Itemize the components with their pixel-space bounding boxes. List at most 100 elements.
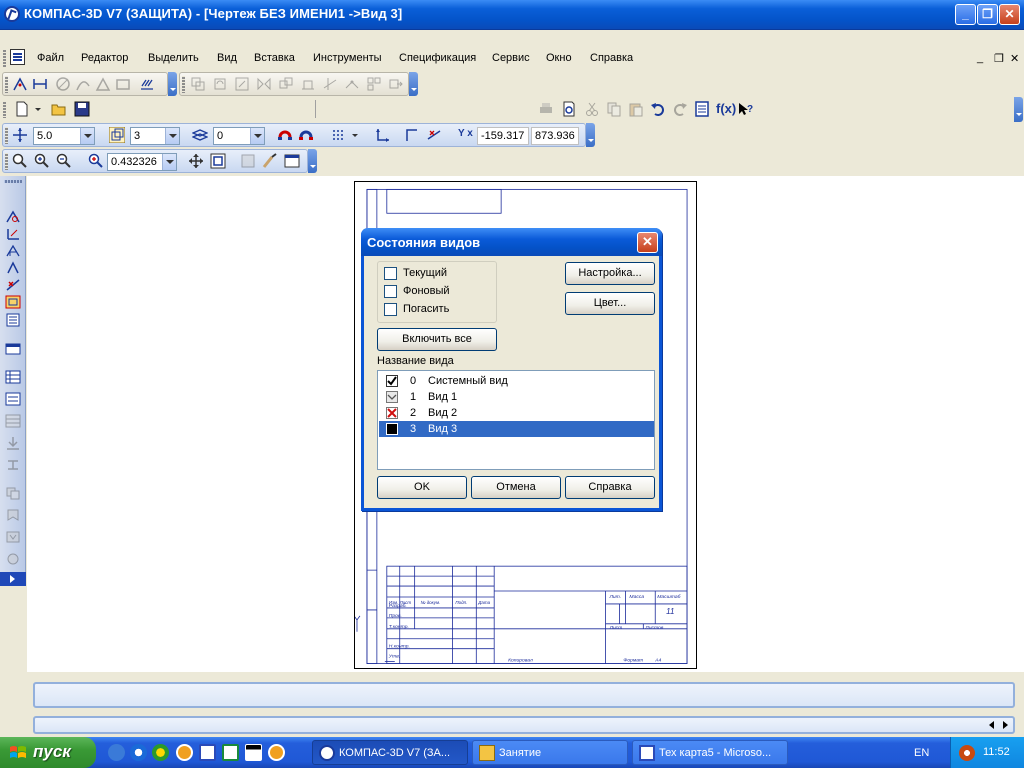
enable-all-button[interactable]: Включить все: [377, 328, 497, 351]
redo-icon[interactable]: [672, 101, 688, 117]
chevron-down-icon[interactable]: [165, 128, 179, 144]
library-panel-icon[interactable]: [5, 414, 21, 428]
menu-view[interactable]: Вид: [217, 52, 237, 64]
coordinate-y-field[interactable]: 873.936: [531, 127, 579, 145]
excel-icon[interactable]: [222, 744, 239, 761]
point-icon[interactable]: [12, 76, 28, 92]
dialog-title-bar[interactable]: Состояния видов ✕: [361, 228, 662, 256]
scale-icon[interactable]: [234, 76, 250, 92]
snap-magnet-icon[interactable]: [277, 127, 293, 143]
local-cs-icon[interactable]: [375, 127, 391, 143]
redraw-brush-icon[interactable]: [262, 153, 278, 169]
menu-tools[interactable]: Инструменты: [313, 52, 382, 64]
word-icon[interactable]: [199, 744, 216, 761]
chevron-down-icon[interactable]: [162, 154, 176, 170]
hidden-state-icon[interactable]: [386, 407, 398, 419]
chevron-down-icon[interactable]: [250, 128, 264, 144]
chevron-down-icon[interactable]: [350, 127, 360, 143]
toolbar-grip[interactable]: [5, 127, 8, 144]
toolbar-grip[interactable]: [182, 76, 185, 93]
menu-service[interactable]: Сервис: [492, 52, 530, 64]
menu-specification[interactable]: Спецификация: [399, 52, 476, 64]
toolbar-overflow-chevron[interactable]: [586, 123, 595, 147]
paste-icon[interactable]: [628, 101, 644, 117]
associative-views-panel-icon[interactable]: [5, 342, 21, 356]
orthogonal-mode-icon[interactable]: [404, 127, 420, 143]
checkbox-current[interactable]: [384, 267, 397, 280]
color-button[interactable]: Цвет...: [565, 292, 655, 315]
zoom-out-icon[interactable]: [56, 153, 72, 169]
chevron-down-icon[interactable]: [80, 128, 94, 144]
edit-panel-icon[interactable]: [5, 261, 21, 275]
copy-clipboard-icon[interactable]: [606, 101, 622, 117]
hatch-tool-icon[interactable]: [139, 76, 155, 92]
geometry-panel-icon[interactable]: [5, 210, 21, 224]
dialog-close-button[interactable]: ✕: [637, 232, 658, 253]
zoom-window-icon[interactable]: [12, 153, 28, 169]
ok-button[interactable]: OK: [377, 476, 467, 499]
view-row-2[interactable]: 2 Вид 2: [379, 405, 654, 421]
undo-icon[interactable]: [650, 101, 666, 117]
maximize-button[interactable]: ❐: [977, 4, 998, 25]
measure-panel-icon[interactable]: [5, 295, 21, 309]
zoom-in-icon[interactable]: [34, 153, 50, 169]
clock-app-icon[interactable]: [176, 744, 193, 761]
zoom-scale-combo[interactable]: 0.432326: [107, 153, 177, 171]
background-state-icon[interactable]: [386, 391, 398, 403]
print-preview-icon[interactable]: [561, 101, 577, 117]
circle-tool-icon[interactable]: [55, 76, 71, 92]
task-folder[interactable]: Занятие: [472, 740, 628, 765]
dimension-icon[interactable]: [32, 76, 48, 92]
arc-tool-icon[interactable]: [75, 76, 91, 92]
current-view-combo[interactable]: 3: [130, 127, 180, 145]
help-button[interactable]: Справка: [565, 476, 655, 499]
menu-window[interactable]: Окно: [546, 52, 572, 64]
rotate-icon[interactable]: [212, 76, 228, 92]
network-quicklaunch-icon[interactable]: [108, 744, 125, 761]
delete-part-icon[interactable]: [388, 76, 404, 92]
document-restore-button[interactable]: ❐: [994, 52, 1004, 65]
zoom-scale-icon[interactable]: [88, 153, 104, 169]
select-panel-icon[interactable]: [5, 313, 21, 327]
task-word[interactable]: Тех карта5 - Microso...: [632, 740, 788, 765]
toolbar-grip[interactable]: [3, 101, 6, 118]
start-button[interactable]: пуск: [0, 737, 96, 768]
alarm-icon[interactable]: [268, 744, 285, 761]
scroll-right-arrow-icon[interactable]: [1003, 721, 1008, 729]
copy-icon[interactable]: [278, 76, 294, 92]
coordinate-x-field[interactable]: -159.317: [477, 127, 529, 145]
refresh-icon[interactable]: [240, 153, 256, 169]
toolbar-grip[interactable]: [4, 180, 22, 183]
internet-explorer-icon[interactable]: [130, 744, 147, 761]
toolbar-overflow-chevron[interactable]: [409, 72, 418, 96]
mirror-icon[interactable]: [256, 76, 272, 92]
current-layer-combo[interactable]: 0: [213, 127, 265, 145]
scroll-left-arrow-icon[interactable]: [989, 721, 994, 729]
new-document-icon[interactable]: [14, 101, 30, 117]
distribution-panel-icon[interactable]: [5, 458, 21, 472]
checkbox-hide[interactable]: [384, 303, 397, 316]
grid-icon[interactable]: [331, 127, 347, 143]
cancel-button[interactable]: Отмена: [471, 476, 561, 499]
context-help-icon[interactable]: ?: [737, 101, 753, 117]
open-folder-icon[interactable]: [51, 101, 67, 117]
menu-select[interactable]: Выделить: [148, 52, 199, 64]
bom-panel-icon[interactable]: [5, 508, 21, 522]
dimensions-panel-icon[interactable]: [5, 227, 21, 241]
menu-editor[interactable]: Редактор: [81, 52, 128, 64]
rectangle-tool-icon[interactable]: [115, 76, 131, 92]
deform-icon[interactable]: [300, 76, 316, 92]
trim-icon[interactable]: [322, 76, 338, 92]
cut-icon[interactable]: [584, 101, 600, 117]
toolbar-grip[interactable]: [5, 76, 8, 93]
pan-icon[interactable]: [188, 153, 204, 169]
menu-file[interactable]: Файл: [37, 52, 64, 64]
insert-panel-icon[interactable]: [5, 436, 21, 450]
view-row-3[interactable]: 3 Вид 3: [379, 421, 654, 437]
toolbar-overflow-chevron[interactable]: [168, 72, 177, 96]
manager-icon[interactable]: [694, 101, 710, 117]
cursor-step-icon[interactable]: [12, 127, 28, 143]
window-title-bar[interactable]: КОМПАС-3D V7 (ЗАЩИТА) - [Чертеж БЕЗ ИМЕН…: [0, 0, 1024, 30]
chevron-down-icon[interactable]: [33, 101, 43, 117]
show-all-icon[interactable]: [210, 153, 226, 169]
